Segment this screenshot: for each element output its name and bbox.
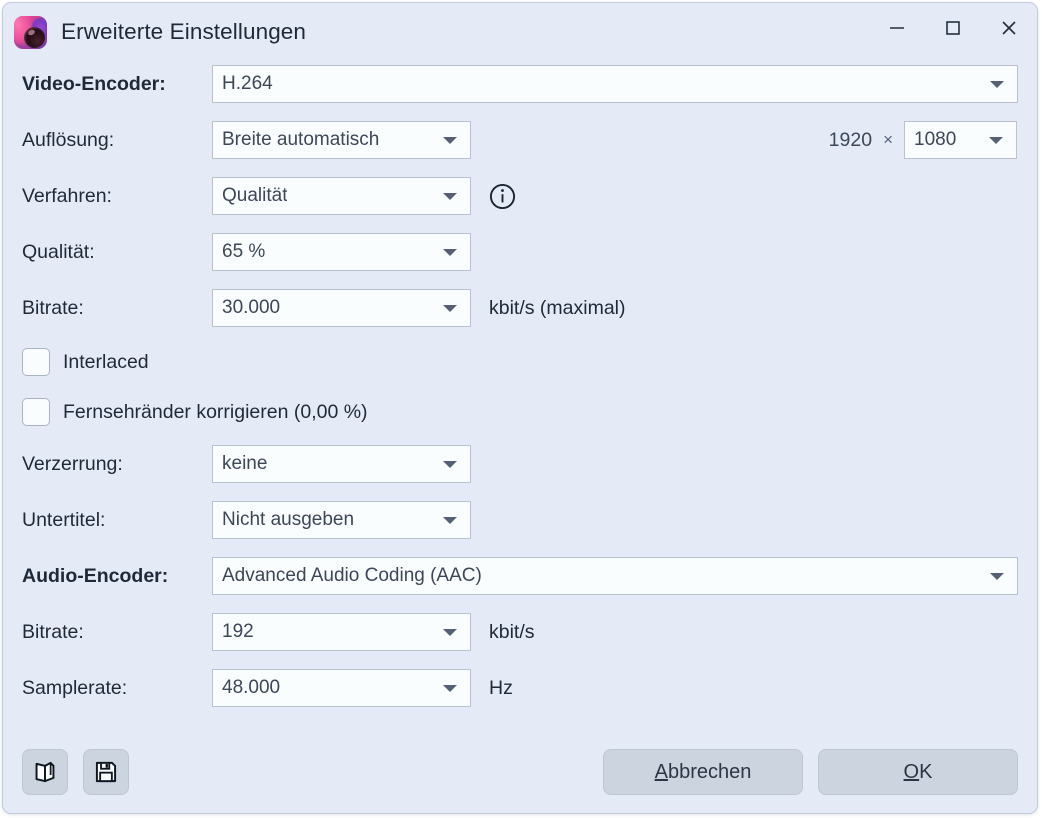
subtitles-value: Nicht ausgeben bbox=[213, 509, 354, 531]
samplerate-select[interactable]: 48.000 bbox=[212, 669, 471, 707]
cancel-mnemonic: A bbox=[655, 761, 668, 784]
audio-encoder-value: Advanced Audio Coding (AAC) bbox=[213, 565, 482, 587]
minimize-button[interactable] bbox=[869, 3, 925, 53]
method-label: Verfahren: bbox=[22, 185, 212, 208]
chevron-down-icon bbox=[443, 249, 457, 256]
info-circle-icon[interactable] bbox=[489, 183, 516, 210]
cancel-button[interactable]: Abbrechen bbox=[603, 749, 803, 795]
resolution-dimensions: 1920 × 1080 bbox=[829, 121, 1018, 159]
maximize-button[interactable] bbox=[925, 3, 981, 53]
chevron-down-icon bbox=[443, 137, 457, 144]
maximize-icon bbox=[943, 18, 963, 38]
audio-bitrate-row: Bitrate: 192 kbit/s bbox=[22, 609, 1018, 655]
resolution-height-value: 1080 bbox=[905, 129, 956, 151]
settings-form: Video-Encoder: H.264 Auflösung: Breite a… bbox=[3, 61, 1037, 711]
distortion-label: Verzerrung: bbox=[22, 453, 212, 476]
samplerate-value: 48.000 bbox=[213, 677, 280, 699]
close-button[interactable] bbox=[981, 3, 1037, 53]
save-settings-button[interactable] bbox=[83, 749, 129, 795]
subtitles-select[interactable]: Nicht ausgeben bbox=[212, 501, 471, 539]
quality-row: Qualität: 65 % bbox=[22, 229, 1018, 275]
load-settings-button[interactable] bbox=[22, 749, 68, 795]
chevron-down-icon bbox=[443, 685, 457, 692]
video-encoder-value: H.264 bbox=[213, 73, 273, 95]
resolution-label: Auflösung: bbox=[22, 129, 212, 152]
chevron-down-icon bbox=[443, 305, 457, 312]
subtitles-label: Untertitel: bbox=[22, 509, 212, 532]
audio-bitrate-unit: kbit/s bbox=[489, 621, 535, 644]
distortion-select[interactable]: keine bbox=[212, 445, 471, 483]
resolution-width-value: 1920 bbox=[829, 129, 872, 152]
overscan-checkbox-row[interactable]: Fernsehränder korrigieren (0,00 %) bbox=[22, 391, 1018, 433]
video-bitrate-select[interactable]: 30.000 bbox=[212, 289, 471, 327]
quality-value: 65 % bbox=[213, 241, 265, 263]
resolution-separator: × bbox=[883, 130, 893, 150]
quality-label: Qualität: bbox=[22, 241, 212, 264]
floppy-disk-save-icon bbox=[93, 759, 119, 785]
chevron-down-icon bbox=[990, 573, 1004, 580]
samplerate-row: Samplerate: 48.000 Hz bbox=[22, 665, 1018, 711]
audio-encoder-select[interactable]: Advanced Audio Coding (AAC) bbox=[212, 557, 1018, 595]
subtitles-row: Untertitel: Nicht ausgeben bbox=[22, 497, 1018, 543]
method-value: Qualität bbox=[213, 185, 287, 207]
distortion-value: keine bbox=[213, 453, 267, 475]
chevron-down-icon bbox=[989, 137, 1003, 144]
video-bitrate-value: 30.000 bbox=[213, 297, 280, 319]
video-encoder-select[interactable]: H.264 bbox=[212, 65, 1018, 103]
chevron-down-icon bbox=[443, 461, 457, 468]
dialog-footer: Abbrechen OK bbox=[22, 749, 1018, 795]
cancel-label-rest: bbrechen bbox=[668, 761, 751, 784]
distortion-row: Verzerrung: keine bbox=[22, 441, 1018, 487]
camera-lens-icon bbox=[14, 16, 47, 49]
video-encoder-label: Video-Encoder: bbox=[22, 73, 212, 96]
audio-encoder-label: Audio-Encoder: bbox=[22, 565, 212, 588]
video-encoder-row: Video-Encoder: H.264 bbox=[22, 61, 1018, 107]
audio-bitrate-select[interactable]: 192 bbox=[212, 613, 471, 651]
resolution-mode-select[interactable]: Breite automatisch bbox=[212, 121, 471, 159]
samplerate-label: Samplerate: bbox=[22, 677, 212, 700]
quality-select[interactable]: 65 % bbox=[212, 233, 471, 271]
chevron-down-icon bbox=[990, 81, 1004, 88]
video-bitrate-unit: kbit/s (maximal) bbox=[489, 297, 626, 320]
advanced-settings-dialog: Erweiterte Einstellungen bbox=[2, 2, 1038, 814]
chevron-down-icon bbox=[443, 517, 457, 524]
dialog-action-buttons: Abbrechen OK bbox=[603, 749, 1018, 795]
resolution-row: Auflösung: Breite automatisch 1920 × 108… bbox=[22, 117, 1018, 163]
window-controls bbox=[869, 3, 1037, 53]
video-bitrate-row: Bitrate: 30.000 kbit/s (maximal) bbox=[22, 285, 1018, 331]
resolution-mode-value: Breite automatisch bbox=[213, 129, 379, 151]
open-folder-icon bbox=[32, 759, 58, 785]
samplerate-unit: Hz bbox=[489, 677, 513, 700]
close-icon bbox=[999, 18, 1019, 38]
ok-label-rest: K bbox=[919, 761, 932, 784]
interlaced-label: Interlaced bbox=[63, 351, 149, 374]
audio-bitrate-value: 192 bbox=[213, 621, 254, 643]
ok-mnemonic: O bbox=[904, 761, 920, 784]
overscan-label: Fernsehränder korrigieren (0,00 %) bbox=[63, 401, 368, 424]
method-row: Verfahren: Qualität bbox=[22, 173, 1018, 219]
audio-encoder-row: Audio-Encoder: Advanced Audio Coding (AA… bbox=[22, 553, 1018, 599]
ok-button[interactable]: OK bbox=[818, 749, 1018, 795]
chevron-down-icon bbox=[443, 629, 457, 636]
method-select[interactable]: Qualität bbox=[212, 177, 471, 215]
interlaced-checkbox[interactable] bbox=[22, 348, 50, 376]
chevron-down-icon bbox=[443, 193, 457, 200]
window-title: Erweiterte Einstellungen bbox=[61, 19, 306, 45]
audio-bitrate-label: Bitrate: bbox=[22, 621, 212, 644]
video-bitrate-label: Bitrate: bbox=[22, 297, 212, 320]
minimize-icon bbox=[887, 18, 907, 38]
overscan-checkbox[interactable] bbox=[22, 398, 50, 426]
interlaced-checkbox-row[interactable]: Interlaced bbox=[22, 341, 1018, 383]
title-bar: Erweiterte Einstellungen bbox=[3, 3, 1037, 61]
resolution-height-select[interactable]: 1080 bbox=[904, 121, 1017, 159]
